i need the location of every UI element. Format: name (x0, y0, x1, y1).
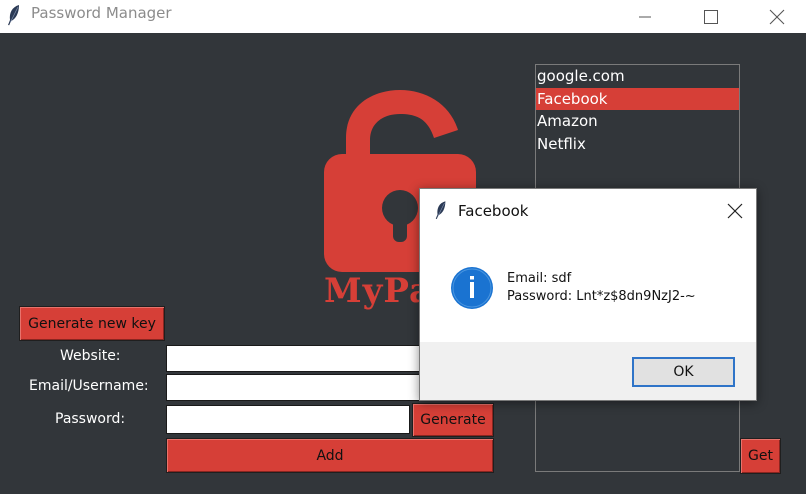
close-icon (769, 9, 785, 24)
minimize-icon (639, 16, 651, 17)
close-icon (727, 203, 743, 219)
window-title: Password Manager (31, 4, 172, 22)
ok-button[interactable]: OK (632, 357, 735, 387)
email-username-label: Email/Username: (29, 378, 149, 394)
maximize-button[interactable] (688, 0, 734, 33)
close-button[interactable] (754, 0, 800, 33)
logo-text: MyPa (324, 271, 433, 311)
add-button[interactable]: Add (166, 438, 494, 473)
list-item[interactable]: Amazon (536, 110, 739, 133)
password-input[interactable] (166, 405, 410, 434)
feather-icon (434, 199, 448, 225)
feather-icon (6, 4, 22, 30)
info-dialog[interactable]: Facebook Email: sdf Password: Lnt*z$8dn9… (419, 188, 757, 401)
password-label: Password: (55, 411, 126, 427)
window-titlebar[interactable]: Password Manager (0, 0, 806, 33)
dialog-email-line: Email: sdf (507, 271, 572, 286)
website-input[interactable] (166, 345, 426, 372)
maximize-icon (704, 9, 718, 24)
website-label: Website: (60, 348, 121, 364)
list-item[interactable]: google.com (536, 65, 739, 88)
dialog-message: Email: sdf Password: Lnt*z$8dn9NzJ2-~ (507, 270, 696, 306)
generate-password-button[interactable]: Generate (412, 403, 494, 437)
generate-new-key-button[interactable]: Generate new key (19, 306, 165, 341)
list-item-selected[interactable]: Facebook (536, 87, 739, 110)
dialog-close-button[interactable] (720, 197, 750, 225)
get-button[interactable]: Get (740, 438, 781, 474)
minimize-button[interactable] (622, 0, 668, 33)
info-icon (450, 266, 494, 314)
email-username-input[interactable] (166, 374, 426, 401)
dialog-password-line: Password: Lnt*z$8dn9NzJ2-~ (507, 289, 696, 304)
dialog-title: Facebook (458, 202, 529, 220)
list-item[interactable]: Netflix (536, 133, 739, 156)
